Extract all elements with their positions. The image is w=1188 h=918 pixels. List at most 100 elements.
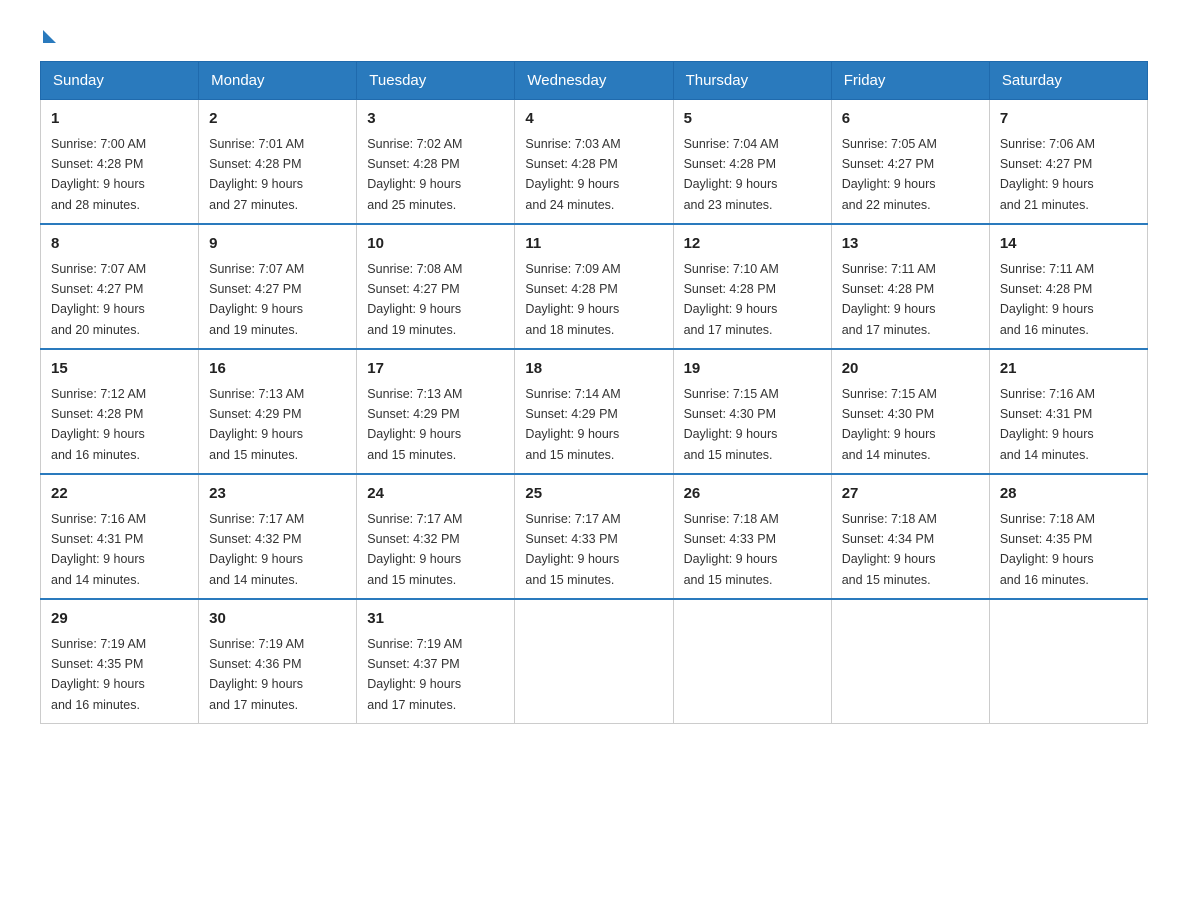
calendar-day-cell: 9 Sunrise: 7:07 AMSunset: 4:27 PMDaylight… (199, 224, 357, 349)
day-number: 8 (51, 233, 188, 256)
day-number: 4 (525, 108, 662, 131)
weekday-header-monday: Monday (199, 62, 357, 100)
calendar-empty-cell (673, 599, 831, 724)
calendar-day-cell: 27 Sunrise: 7:18 AMSunset: 4:34 PMDayligh… (831, 474, 989, 599)
weekday-header-row: SundayMondayTuesdayWednesdayThursdayFrid… (41, 62, 1148, 100)
calendar-day-cell: 21Sunrise: 7:16 AMSunset: 4:31 PMDayligh… (989, 349, 1147, 474)
weekday-header-saturday: Saturday (989, 62, 1147, 100)
calendar-day-cell: 13 Sunrise: 7:11 AMSunset: 4:28 PMDayligh… (831, 224, 989, 349)
calendar-week-row: 8 Sunrise: 7:07 AMSunset: 4:27 PMDaylight… (41, 224, 1148, 349)
calendar-day-cell: 29Sunrise: 7:19 AMSunset: 4:35 PMDayligh… (41, 599, 199, 724)
day-number: 31 (367, 608, 504, 631)
day-number: 6 (842, 108, 979, 131)
calendar-day-cell: 20 Sunrise: 7:15 AMSunset: 4:30 PMDayligh… (831, 349, 989, 474)
day-number: 22 (51, 483, 188, 506)
weekday-header-wednesday: Wednesday (515, 62, 673, 100)
calendar-empty-cell (831, 599, 989, 724)
day-number: 25 (525, 483, 662, 506)
day-info: Sunrise: 7:11 AMSunset: 4:28 PMDaylight:… (842, 262, 936, 337)
day-info: Sunrise: 7:11 AMSunset: 4:28 PMDaylight:… (1000, 262, 1094, 337)
day-info: Sunrise: 7:17 AMSunset: 4:33 PMDaylight:… (525, 512, 620, 587)
day-number: 12 (684, 233, 821, 256)
day-info: Sunrise: 7:03 AMSunset: 4:28 PMDaylight:… (525, 137, 620, 212)
calendar-day-cell: 6 Sunrise: 7:05 AMSunset: 4:27 PMDaylight… (831, 100, 989, 225)
day-info: Sunrise: 7:17 AMSunset: 4:32 PMDaylight:… (209, 512, 304, 587)
day-info: Sunrise: 7:15 AMSunset: 4:30 PMDaylight:… (842, 387, 937, 462)
day-number: 20 (842, 358, 979, 381)
day-info: Sunrise: 7:13 AMSunset: 4:29 PMDaylight:… (209, 387, 304, 462)
calendar-day-cell: 19 Sunrise: 7:15 AMSunset: 4:30 PMDayligh… (673, 349, 831, 474)
weekday-header-tuesday: Tuesday (357, 62, 515, 100)
calendar-day-cell: 7 Sunrise: 7:06 AMSunset: 4:27 PMDaylight… (989, 100, 1147, 225)
calendar-day-cell: 1 Sunrise: 7:00 AMSunset: 4:28 PMDaylight… (41, 100, 199, 225)
day-number: 18 (525, 358, 662, 381)
day-info: Sunrise: 7:16 AMSunset: 4:31 PMDaylight:… (51, 512, 146, 587)
calendar-day-cell: 14 Sunrise: 7:11 AMSunset: 4:28 PMDayligh… (989, 224, 1147, 349)
day-info: Sunrise: 7:09 AMSunset: 4:28 PMDaylight:… (525, 262, 620, 337)
calendar-day-cell: 16Sunrise: 7:13 AMSunset: 4:29 PMDayligh… (199, 349, 357, 474)
day-number: 11 (525, 233, 662, 256)
day-info: Sunrise: 7:00 AMSunset: 4:28 PMDaylight:… (51, 137, 146, 212)
day-number: 7 (1000, 108, 1137, 131)
calendar-day-cell: 28Sunrise: 7:18 AMSunset: 4:35 PMDayligh… (989, 474, 1147, 599)
calendar-week-row: 22 Sunrise: 7:16 AMSunset: 4:31 PMDayligh… (41, 474, 1148, 599)
day-info: Sunrise: 7:18 AMSunset: 4:34 PMDaylight:… (842, 512, 937, 587)
day-number: 21 (1000, 358, 1137, 381)
logo (40, 30, 56, 41)
day-number: 2 (209, 108, 346, 131)
day-info: Sunrise: 7:04 AMSunset: 4:28 PMDaylight:… (684, 137, 779, 212)
calendar-day-cell: 4 Sunrise: 7:03 AMSunset: 4:28 PMDaylight… (515, 100, 673, 225)
day-number: 19 (684, 358, 821, 381)
page-header (40, 30, 1148, 41)
calendar-day-cell: 5 Sunrise: 7:04 AMSunset: 4:28 PMDaylight… (673, 100, 831, 225)
calendar-day-cell: 10Sunrise: 7:08 AMSunset: 4:27 PMDayligh… (357, 224, 515, 349)
calendar-day-cell: 15 Sunrise: 7:12 AMSunset: 4:28 PMDayligh… (41, 349, 199, 474)
day-info: Sunrise: 7:02 AMSunset: 4:28 PMDaylight:… (367, 137, 462, 212)
calendar-day-cell: 25 Sunrise: 7:17 AMSunset: 4:33 PMDayligh… (515, 474, 673, 599)
day-number: 15 (51, 358, 188, 381)
day-info: Sunrise: 7:06 AMSunset: 4:27 PMDaylight:… (1000, 137, 1095, 212)
day-number: 30 (209, 608, 346, 631)
day-info: Sunrise: 7:10 AMSunset: 4:28 PMDaylight:… (684, 262, 779, 337)
day-number: 27 (842, 483, 979, 506)
logo-triangle-icon (43, 30, 56, 43)
day-number: 28 (1000, 483, 1137, 506)
day-info: Sunrise: 7:12 AMSunset: 4:28 PMDaylight:… (51, 387, 146, 462)
day-info: Sunrise: 7:07 AMSunset: 4:27 PMDaylight:… (209, 262, 304, 337)
day-info: Sunrise: 7:05 AMSunset: 4:27 PMDaylight:… (842, 137, 937, 212)
calendar-day-cell: 22 Sunrise: 7:16 AMSunset: 4:31 PMDayligh… (41, 474, 199, 599)
day-number: 9 (209, 233, 346, 256)
day-number: 24 (367, 483, 504, 506)
weekday-header-friday: Friday (831, 62, 989, 100)
day-info: Sunrise: 7:07 AMSunset: 4:27 PMDaylight:… (51, 262, 146, 337)
day-info: Sunrise: 7:18 AMSunset: 4:33 PMDaylight:… (684, 512, 779, 587)
day-number: 3 (367, 108, 504, 131)
calendar-day-cell: 8 Sunrise: 7:07 AMSunset: 4:27 PMDaylight… (41, 224, 199, 349)
calendar-week-row: 1 Sunrise: 7:00 AMSunset: 4:28 PMDaylight… (41, 100, 1148, 225)
calendar-day-cell: 2Sunrise: 7:01 AMSunset: 4:28 PMDaylight… (199, 100, 357, 225)
day-info: Sunrise: 7:19 AMSunset: 4:35 PMDaylight:… (51, 637, 146, 712)
day-info: Sunrise: 7:14 AMSunset: 4:29 PMDaylight:… (525, 387, 620, 462)
calendar-day-cell: 31 Sunrise: 7:19 AMSunset: 4:37 PMDayligh… (357, 599, 515, 724)
calendar-empty-cell (989, 599, 1147, 724)
day-number: 1 (51, 108, 188, 131)
day-number: 5 (684, 108, 821, 131)
calendar-day-cell: 24Sunrise: 7:17 AMSunset: 4:32 PMDayligh… (357, 474, 515, 599)
day-info: Sunrise: 7:19 AMSunset: 4:36 PMDaylight:… (209, 637, 304, 712)
calendar-day-cell: 12 Sunrise: 7:10 AMSunset: 4:28 PMDayligh… (673, 224, 831, 349)
day-number: 23 (209, 483, 346, 506)
day-info: Sunrise: 7:15 AMSunset: 4:30 PMDaylight:… (684, 387, 779, 462)
calendar-table: SundayMondayTuesdayWednesdayThursdayFrid… (40, 61, 1148, 724)
calendar-day-cell: 3 Sunrise: 7:02 AMSunset: 4:28 PMDaylight… (357, 100, 515, 225)
day-info: Sunrise: 7:19 AMSunset: 4:37 PMDaylight:… (367, 637, 462, 712)
calendar-day-cell: 26Sunrise: 7:18 AMSunset: 4:33 PMDayligh… (673, 474, 831, 599)
calendar-day-cell: 11 Sunrise: 7:09 AMSunset: 4:28 PMDayligh… (515, 224, 673, 349)
day-info: Sunrise: 7:08 AMSunset: 4:27 PMDaylight:… (367, 262, 462, 337)
day-number: 13 (842, 233, 979, 256)
weekday-header-thursday: Thursday (673, 62, 831, 100)
day-number: 14 (1000, 233, 1137, 256)
day-number: 17 (367, 358, 504, 381)
weekday-header-sunday: Sunday (41, 62, 199, 100)
day-info: Sunrise: 7:13 AMSunset: 4:29 PMDaylight:… (367, 387, 462, 462)
calendar-week-row: 15 Sunrise: 7:12 AMSunset: 4:28 PMDayligh… (41, 349, 1148, 474)
